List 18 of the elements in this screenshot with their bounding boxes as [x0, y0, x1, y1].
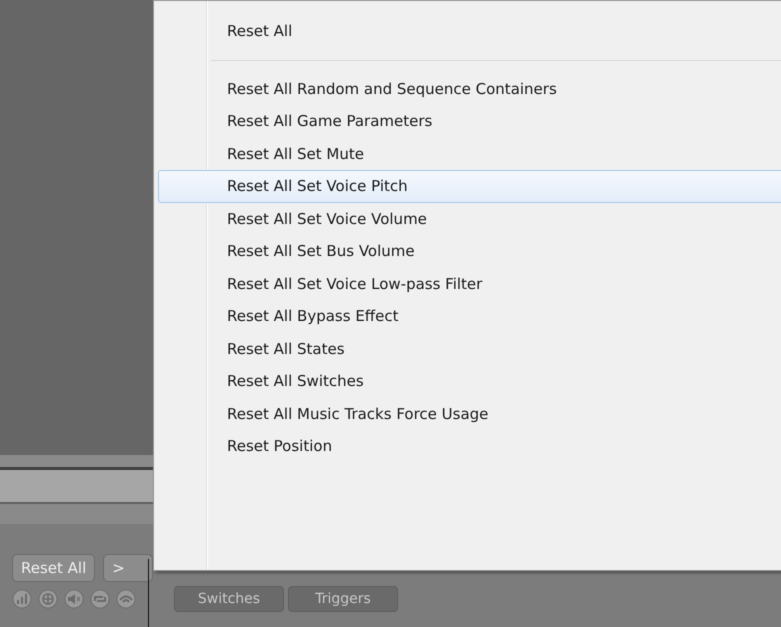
menu-item[interactable]: Reset All	[158, 15, 781, 48]
menu-item[interactable]: Reset Position	[158, 430, 781, 462]
menu-item[interactable]: Reset All Switches	[158, 365, 781, 398]
meter-icon[interactable]	[12, 589, 32, 609]
menu-item[interactable]: Reset All Set Voice Pitch	[158, 170, 781, 202]
speaker-icon[interactable]	[64, 589, 84, 609]
wave-icon[interactable]	[116, 589, 136, 609]
menu-item[interactable]: Reset All Set Bus Volume	[158, 235, 781, 268]
menu-item[interactable]: Reset All Game Parameters	[158, 105, 781, 138]
menu-item[interactable]: Reset All Set Voice Volume	[158, 202, 781, 235]
menu-item[interactable]: Reset All Music Tracks Force Usage	[158, 398, 781, 430]
menu-item[interactable]: Reset All Random and Sequence Containers	[158, 72, 781, 105]
menu-item[interactable]: Reset All Set Mute	[158, 138, 781, 170]
menu-item[interactable]: Reset All States	[158, 332, 781, 365]
loop-icon[interactable]	[90, 589, 110, 609]
globe-icon[interactable]	[38, 589, 58, 609]
menu-item[interactable]: Reset All Bypass Effect	[158, 300, 781, 332]
menu-item[interactable]: Reset All Set Voice Low-pass Filter	[158, 268, 781, 300]
